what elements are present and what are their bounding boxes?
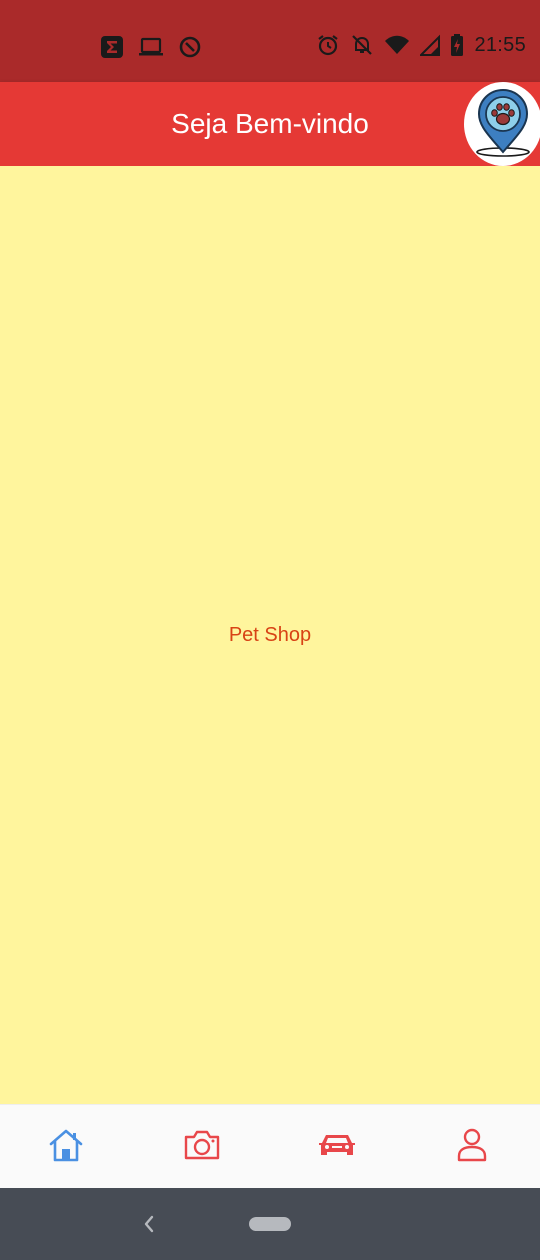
nav-home-button[interactable]	[46, 1127, 86, 1167]
back-icon[interactable]	[140, 1212, 156, 1241]
status-time: 21:55	[474, 33, 526, 56]
home-pill-button[interactable]	[249, 1217, 291, 1231]
car-icon	[317, 1131, 357, 1164]
laptop-icon	[138, 35, 164, 59]
camera-icon	[183, 1129, 221, 1166]
paw-location-pin-icon	[471, 86, 535, 163]
status-bar: 21:55	[0, 0, 540, 82]
signal-icon	[420, 34, 441, 56]
notifications-off-icon	[350, 33, 374, 57]
bottom-navigation	[0, 1104, 540, 1189]
person-icon	[456, 1127, 488, 1168]
system-navigation-bar	[0, 1188, 540, 1260]
nav-camera-button[interactable]	[182, 1127, 222, 1167]
home-icon	[47, 1127, 85, 1168]
battery-charging-icon	[450, 33, 464, 57]
page-title: Seja Bem-vindo	[171, 108, 369, 139]
alarm-icon	[316, 33, 340, 57]
wifi-icon	[384, 33, 410, 57]
status-right-icons: 21:55	[316, 33, 526, 57]
status-left-icons	[100, 35, 202, 59]
nav-car-button[interactable]	[317, 1127, 357, 1167]
app-bar: Seja Bem-vindo	[0, 82, 540, 166]
nav-profile-button[interactable]	[452, 1127, 492, 1167]
sigma-app-icon	[100, 35, 124, 59]
data-saver-icon	[178, 35, 202, 59]
pet-shop-label: Pet Shop	[228, 624, 312, 646]
avatar[interactable]	[464, 82, 540, 166]
main-content: Pet Shop	[0, 166, 540, 1104]
